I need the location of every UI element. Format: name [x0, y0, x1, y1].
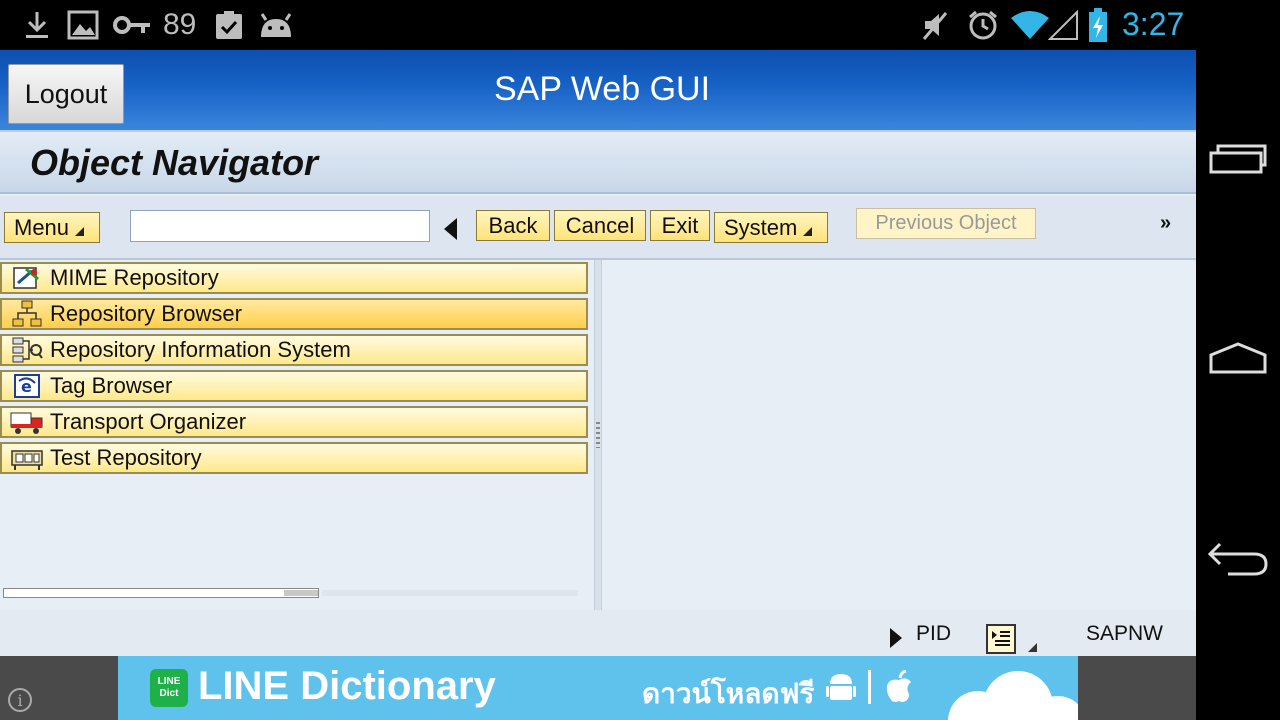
- list-item-transport-organizer[interactable]: Transport Organizer: [0, 406, 588, 438]
- list-item-label: Repository Information System: [50, 337, 351, 362]
- download-icon: [22, 8, 52, 42]
- signal-icon: [1048, 8, 1078, 42]
- android-icon: [826, 670, 856, 709]
- recent-apps-button[interactable]: [1196, 118, 1280, 198]
- navigator-tree-panel: MIME Repository Repository Browser Repos…: [0, 260, 594, 610]
- key-icon: [112, 8, 154, 42]
- home-button[interactable]: [1196, 318, 1280, 398]
- status-system: SAPNW: [1086, 622, 1164, 645]
- panel-splitter[interactable]: [594, 260, 602, 610]
- mute-icon: [920, 8, 950, 42]
- list-item-repository-information-system[interactable]: Repository Information System: [0, 334, 588, 366]
- list-item-mime-repository[interactable]: MIME Repository: [0, 262, 588, 294]
- command-field[interactable]: [130, 210, 430, 242]
- repository-browser-icon: [10, 300, 44, 328]
- horizontal-scrollbar[interactable]: [3, 588, 319, 598]
- repository-info-system-icon: [10, 336, 44, 364]
- sap-web-gui-app: Logout SAP Web GUI Object Navigator Menu…: [0, 50, 1196, 656]
- list-item-label: Tag Browser: [50, 373, 173, 398]
- content-panel: [602, 260, 1196, 610]
- system-label: System: [724, 214, 798, 240]
- back-nav-icon: [1207, 542, 1268, 576]
- list-item-label: MIME Repository: [50, 265, 219, 290]
- menu-button[interactable]: Menu: [4, 212, 100, 243]
- dropdown-caret-icon[interactable]: [1028, 643, 1037, 652]
- list-item-repository-browser[interactable]: Repository Browser: [0, 298, 588, 330]
- collapse-arrow-icon[interactable]: [444, 218, 457, 240]
- info-icon[interactable]: i: [8, 688, 32, 712]
- android-status-bar: 89 3:27: [0, 0, 1196, 50]
- app-title-bar: Logout SAP Web GUI: [0, 50, 1196, 130]
- clipboard-check-icon: [212, 8, 246, 42]
- page-title: Object Navigator: [30, 142, 319, 183]
- splitter-grip-icon: [596, 422, 600, 448]
- exit-button[interactable]: Exit: [650, 210, 710, 241]
- device-screen: 89 3:27 Logout SAP Web GUI Object Naviga…: [0, 0, 1280, 720]
- more-icon[interactable]: »: [1160, 212, 1171, 235]
- expand-status-icon[interactable]: [890, 628, 902, 648]
- list-item-label: Repository Browser: [50, 301, 242, 326]
- battery-charging-icon: [1088, 8, 1108, 42]
- home-icon: [1209, 342, 1267, 374]
- toolbar: Menu Back Cancel Exit System Previous Ob…: [0, 196, 1196, 260]
- ad-title: LINE Dictionary: [198, 664, 496, 708]
- android-nav-bar: [1196, 0, 1280, 720]
- image-icon: [66, 8, 100, 42]
- ad-area: i LINE Dict LINE Dictionary ดาวน์โหลดฟรี: [0, 656, 1196, 720]
- scrollbar-track: [322, 590, 578, 596]
- wifi-icon: [1010, 8, 1050, 42]
- ad-divider: [868, 670, 871, 704]
- status-pid: PID: [916, 622, 952, 645]
- line-dict-logo: LINE Dict: [150, 669, 188, 707]
- ad-download-text: ดาวน์โหลดฟรี: [642, 677, 815, 710]
- recent-apps-icon: [1209, 144, 1267, 174]
- list-item-label: Transport Organizer: [50, 409, 247, 434]
- test-repository-icon: [10, 444, 44, 472]
- cloud-decoration: [948, 671, 1078, 720]
- transport-organizer-icon: [10, 408, 44, 436]
- back-button[interactable]: Back: [476, 210, 550, 241]
- dropdown-caret-icon: [75, 227, 85, 236]
- mime-repository-icon: [10, 264, 44, 292]
- page-header: Object Navigator: [0, 130, 1196, 194]
- notification-count: 89: [163, 8, 197, 41]
- dropdown-caret-icon: [803, 227, 813, 236]
- previous-object-button[interactable]: Previous Object: [856, 208, 1036, 239]
- ad-banner[interactable]: LINE Dict LINE Dictionary ดาวน์โหลดฟรี: [118, 656, 1078, 720]
- sap-status-bar: PID SAPNW: [0, 610, 1196, 656]
- alarm-icon: [966, 8, 1000, 42]
- tag-browser-icon: e: [10, 372, 44, 400]
- back-nav-button[interactable]: [1196, 518, 1280, 598]
- apple-icon: [884, 669, 914, 709]
- clock-time: 3:27: [1122, 6, 1185, 42]
- list-item-label: Test Repository: [50, 445, 202, 470]
- list-item-test-repository[interactable]: Test Repository: [0, 442, 588, 474]
- android-icon: [256, 8, 296, 42]
- system-button[interactable]: System: [714, 212, 828, 243]
- list-item-tag-browser[interactable]: e Tag Browser: [0, 370, 588, 402]
- app-title: SAP Web GUI: [493, 70, 711, 108]
- session-info-icon[interactable]: [986, 624, 1016, 654]
- menu-label: Menu: [14, 214, 70, 240]
- scrollbar-thumb[interactable]: [284, 590, 318, 596]
- cancel-button[interactable]: Cancel: [554, 210, 646, 241]
